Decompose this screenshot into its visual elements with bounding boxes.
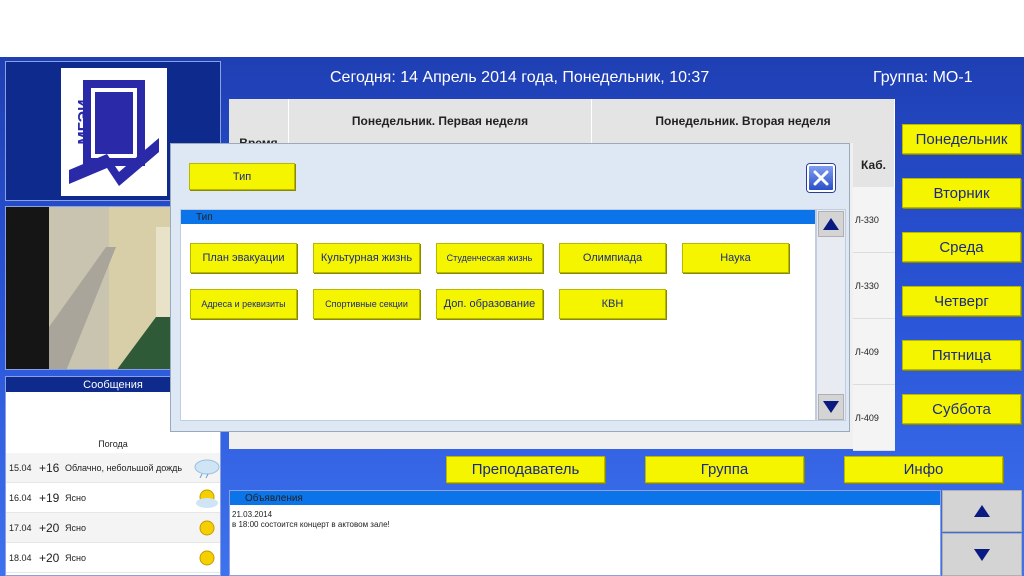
- weather-list: 15.04 +16 Облачно, небольшой дождь 16.04 +19…: [6, 453, 220, 573]
- type-item-button[interactable]: Наука: [682, 243, 789, 273]
- arrow-down-icon: [823, 401, 839, 413]
- type-item-button[interactable]: Доп. образование: [436, 289, 543, 319]
- type-list-scrollbar[interactable]: [816, 209, 846, 421]
- type-item-button[interactable]: План эвакуации: [190, 243, 297, 273]
- type-list: Тип План эвакуации Культурная жизнь Студен…: [180, 209, 816, 421]
- type-button[interactable]: Тип: [189, 163, 295, 190]
- day-button[interactable]: Понедельник: [902, 124, 1021, 154]
- weather-row: 18.04 +20 Ясно: [6, 543, 220, 573]
- week1-header: Понедельник. Первая неделя: [289, 99, 592, 143]
- room-cell: Л-330: [853, 253, 895, 319]
- type-scroll-up[interactable]: [818, 211, 844, 237]
- room-header: Каб.: [853, 143, 895, 187]
- arrow-down-icon: [974, 548, 990, 561]
- rooms-column: Л-330 Л-330 Л-409 Л-409: [853, 187, 895, 451]
- type-item-button[interactable]: Студенческая жизнь: [436, 243, 543, 273]
- weather-title: Погода: [98, 439, 128, 449]
- close-button[interactable]: [807, 164, 835, 192]
- day-button[interactable]: Вторник: [902, 178, 1021, 208]
- weather-row: 16.04 +19 Ясно: [6, 483, 220, 513]
- weather-temp: +16: [39, 460, 60, 475]
- arrow-up-icon: [823, 218, 839, 230]
- room-cell: Л-409: [853, 319, 895, 385]
- day-button[interactable]: Четверг: [902, 286, 1021, 316]
- weather-desc: Ясно: [65, 552, 86, 563]
- weather-temp: +20: [39, 520, 60, 535]
- sun-icon: [194, 545, 220, 571]
- room-cell: Л-409: [853, 385, 895, 451]
- type-item-button[interactable]: Адреса и реквизиты: [190, 289, 297, 319]
- weather-date: 16.04: [9, 492, 32, 503]
- weather-desc: Ясно: [65, 492, 86, 503]
- sun-cloud-icon: [194, 485, 220, 511]
- type-dialog: Тип Тип План эвакуации Культурная жизнь Ст…: [170, 143, 850, 432]
- weather-temp: +20: [39, 550, 60, 565]
- announcements-scroll-up[interactable]: [942, 490, 1022, 532]
- weather-temp: +19: [39, 490, 60, 505]
- weather-date: 15.04: [9, 462, 32, 473]
- announcements-panel: Объявления 21.03.2014 в 18:00 состоится …: [229, 490, 941, 576]
- announcements-title: Объявления: [230, 491, 940, 505]
- logo-text: МГЭИ: [76, 99, 93, 145]
- close-icon: [813, 170, 829, 186]
- type-scroll-down[interactable]: [818, 394, 844, 420]
- day-button[interactable]: Суббота: [902, 394, 1021, 424]
- weather-row: 17.04 +20 Ясно: [6, 513, 220, 543]
- group-button[interactable]: Группа: [645, 456, 804, 483]
- type-items: План эвакуации Культурная жизнь Студенческ…: [181, 224, 815, 420]
- weather-row: 15.04 +16 Облачно, небольшой дождь: [6, 453, 220, 483]
- room-cell: Л-330: [853, 187, 895, 253]
- type-item-button[interactable]: Культурная жизнь: [313, 243, 420, 273]
- type-list-title: Тип: [181, 210, 815, 224]
- logo: МГЭИ: [61, 68, 167, 196]
- week2-header: Понедельник. Вторая неделя: [592, 99, 895, 143]
- cloud-rain-icon: [194, 455, 220, 481]
- arrow-up-icon: [974, 505, 990, 517]
- type-item-button[interactable]: Спортивные секции: [313, 289, 420, 319]
- announcements-scroll-down[interactable]: [942, 533, 1022, 576]
- weather-date: 18.04: [9, 552, 32, 563]
- group-label: Группа: МО-1: [873, 69, 973, 86]
- info-button[interactable]: Инфо: [844, 456, 1003, 483]
- today-label: Сегодня: 14 Апрель 2014 года, Понедельни…: [330, 69, 710, 86]
- weather-desc: Ясно: [65, 522, 86, 533]
- sun-icon: [194, 515, 220, 541]
- announcement-date: 21.03.2014: [232, 510, 273, 519]
- type-item-button[interactable]: КВН: [559, 289, 666, 319]
- weather-desc: Облачно, небольшой дождь: [65, 462, 183, 473]
- weather-date: 17.04: [9, 522, 32, 533]
- announcement-text: в 18:00 состоится концерт в актовом зале…: [232, 520, 390, 529]
- day-button[interactable]: Пятница: [902, 340, 1021, 370]
- type-item-button[interactable]: Олимпиада: [559, 243, 666, 273]
- day-button[interactable]: Среда: [902, 232, 1021, 262]
- teacher-button[interactable]: Преподаватель: [446, 456, 605, 483]
